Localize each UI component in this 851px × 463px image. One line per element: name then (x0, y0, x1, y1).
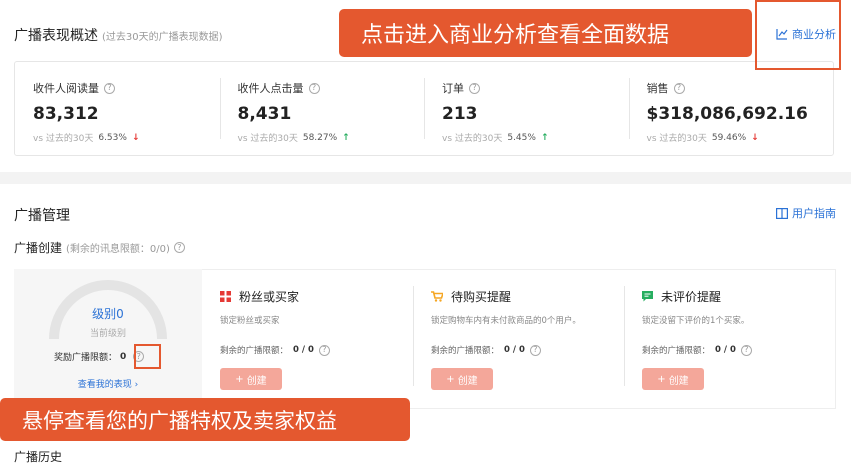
metric-label: 收件人阅读量 (33, 82, 99, 95)
limit-value: 0 / 0 (715, 345, 736, 355)
overview-subtitle: (过去30天的广播表现数据) (102, 32, 223, 43)
callout-top: 点击进入商业分析查看全面数据 (339, 9, 752, 57)
arrow-up-icon: ↑ (342, 132, 350, 143)
user-guide-link[interactable]: 用户指南 (776, 205, 836, 221)
metric-clicks: 收件人点击量? 8,431 vs 过去的30天 58.27% ↑ (219, 62, 425, 155)
overview-title: 广播表现概述 (过去30天的广播表现数据) (14, 28, 223, 44)
metric-value: $318,086,692.16 (646, 104, 808, 124)
metric-sales: 销售? $318,086,692.16 vs 过去的30天 59.46% ↓ (628, 62, 834, 155)
option-fans-buyers: 粉丝或买家 锁定粉丝或买家 剩余的广播限额： 0 / 0? + 创建 (202, 270, 413, 408)
help-icon[interactable]: ? (318, 344, 330, 356)
arrow-down-icon: ↓ (751, 132, 759, 143)
help-icon[interactable]: ? (529, 344, 541, 356)
arrow-up-icon: ↑ (540, 132, 549, 143)
create-title: 广播创建 (剩余的讯息限额：0/0) ? (14, 239, 185, 256)
metric-value: 83,312 (33, 104, 99, 124)
help-icon[interactable]: ? (740, 344, 752, 356)
callout-bottom: 悬停查看您的广播特权及卖家权益 (0, 398, 410, 441)
level-card: 级别0 当前级别 奖励广播限额： 0 ? 查看我的表现 › (14, 269, 202, 409)
metric-pct: 59.46% (711, 132, 747, 143)
metric-compare: vs 过去的30天 (442, 134, 503, 144)
management-title: 广播管理 (14, 208, 70, 224)
metric-pct: 58.27% (302, 132, 338, 143)
help-icon[interactable]: ? (469, 82, 480, 94)
metric-label: 销售 (646, 82, 669, 95)
limit-label: 剩余的广播限额： (220, 346, 289, 356)
metric-label: 订单 (442, 82, 464, 95)
metric-pct: 5.45% (507, 132, 536, 143)
option-title: 粉丝或买家 (239, 290, 300, 304)
plus-icon: + (657, 373, 666, 385)
current-level-label: 当前级别 (89, 329, 126, 339)
metric-orders: 订单? 213 vs 过去的30天 5.45% ↑ (424, 62, 629, 155)
help-icon[interactable]: ? (104, 82, 115, 94)
limit-value: 0 / 0 (504, 345, 525, 355)
option-unrated-reminder: 未评价提醒 锁定没留下评价的1个买家。 剩余的广播限额： 0 / 0? + 创建 (624, 270, 835, 408)
plus-icon: + (235, 373, 244, 385)
reward-limit: 奖励广播限额： 0 ? (54, 350, 145, 363)
limit-value: 0 / 0 (293, 345, 314, 355)
book-icon (776, 207, 788, 219)
history-title: 广播历史 (14, 450, 63, 463)
create-button[interactable]: + 创建 (642, 368, 704, 390)
chat-icon (642, 291, 653, 302)
option-desc: 锁定没留下评价的1个买家。 (642, 316, 750, 326)
create-subtitle: (剩余的讯息限额：0/0) (66, 244, 170, 255)
highlight-box (755, 0, 841, 70)
limit-label: 剩余的广播限额： (431, 346, 500, 356)
create-button[interactable]: + 创建 (220, 368, 282, 390)
metrics-card: 收件人阅读量? 83,312 vs 过去的30天 6.53% ↓ 收件人点击量? 8… (14, 61, 834, 156)
metric-value: 213 (442, 104, 478, 124)
metric-reads: 收件人阅读量? 83,312 vs 过去的30天 6.53% ↓ (15, 62, 220, 155)
metric-compare: vs 过去的30天 (237, 134, 298, 144)
view-performance-link[interactable]: 查看我的表现 › (14, 377, 202, 390)
plus-icon: + (446, 373, 455, 385)
broadcast-options: 粉丝或买家 锁定粉丝或买家 剩余的广播限额： 0 / 0? + 创建 待购买提醒 锁… (202, 269, 836, 409)
help-icon[interactable]: ? (308, 82, 320, 94)
option-pending-purchase: 待购买提醒 锁定购物车内有未付款商品的0个用户。 剩余的广播限额： 0 / 0? … (413, 270, 624, 408)
metric-compare: vs 过去的30天 (646, 134, 707, 144)
option-desc: 锁定购物车内有未付款商品的0个用户。 (431, 316, 581, 326)
arrow-down-icon: ↓ (131, 132, 140, 143)
metric-pct: 6.53% (98, 132, 127, 143)
option-desc: 锁定粉丝或买家 (220, 316, 280, 326)
grid-icon (220, 291, 231, 302)
help-icon[interactable]: ? (173, 242, 185, 253)
level-text: 级别0 (92, 307, 124, 321)
option-title: 未评价提醒 (661, 290, 722, 304)
metric-value: 8,431 (237, 104, 292, 124)
cart-icon (431, 291, 443, 302)
limit-label: 剩余的广播限额： (642, 346, 711, 356)
highlight-box (134, 344, 161, 369)
metric-label: 收件人点击量 (237, 82, 304, 95)
metric-compare: vs 过去的30天 (33, 134, 94, 144)
create-button[interactable]: + 创建 (431, 368, 493, 390)
option-title: 待购买提醒 (451, 290, 512, 304)
help-icon[interactable]: ? (673, 82, 685, 94)
